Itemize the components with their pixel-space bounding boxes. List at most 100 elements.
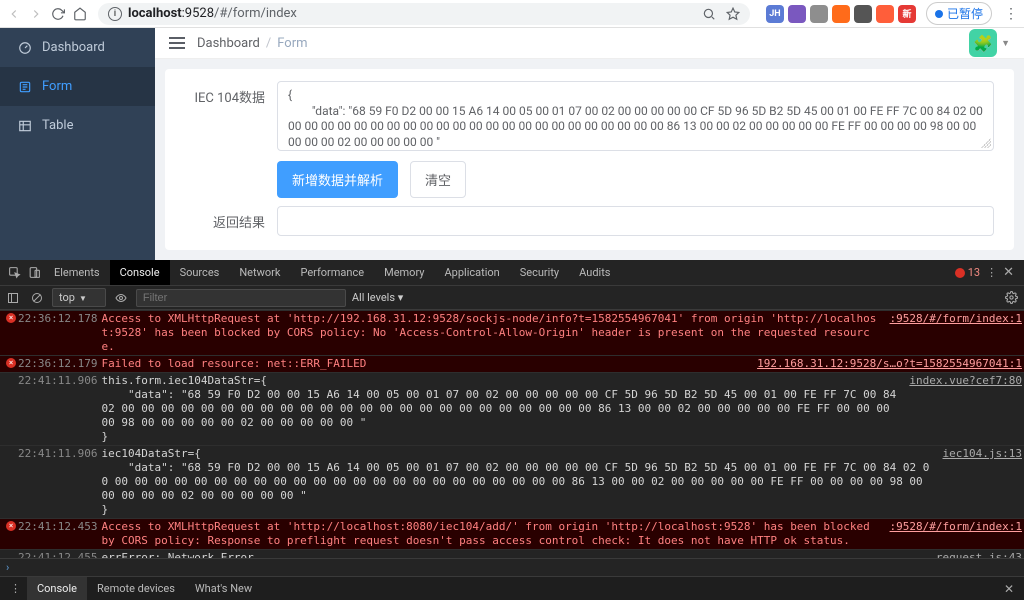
iec104-textarea[interactable]: { "data": "68 59 F0 D2 00 00 15 A6 14 00… [277,81,994,151]
hamburger-icon[interactable] [169,37,185,49]
extension-icon[interactable] [876,5,894,23]
reload-icon[interactable] [50,6,66,22]
log-timestamp: 22:41:12.455 [18,551,101,558]
devtools-tab-elements[interactable]: Elements [44,260,110,285]
breadcrumb-root[interactable]: Dashboard [197,36,260,51]
extension-icon[interactable]: 新 [898,5,916,23]
forward-icon[interactable] [28,6,44,22]
devtools-tab-application[interactable]: Application [434,260,509,285]
form-card: IEC 104数据 { "data": "68 59 F0 D2 00 00 1… [165,69,1014,250]
log-timestamp: 22:41:11.906 [18,374,101,444]
console-line: 22:41:11.906iec104DataStr={ "data": "68 … [0,445,1024,518]
devtools-tab-memory[interactable]: Memory [374,260,434,285]
device-toggle-icon[interactable] [24,263,44,283]
sidebar-item-label: Table [42,118,73,133]
log-message: Failed to load resource: net::ERR_FAILED [101,357,747,371]
devtools-panel: ElementsConsoleSourcesNetworkPerformance… [0,260,1024,600]
star-icon[interactable] [726,7,740,21]
parse-button[interactable]: 新增数据并解析 [277,161,398,198]
user-menu[interactable]: 🧩 ▼ [969,29,1010,57]
main-header: Dashboard/Form 🧩 ▼ [155,28,1024,59]
console-line: ×22:36:12.178Access to XMLHttpRequest at… [0,310,1024,355]
sidebar-item-table[interactable]: Table [0,106,155,145]
console-sidebar-icon[interactable] [4,289,22,307]
devtools-tab-performance[interactable]: Performance [290,260,374,285]
log-source-link[interactable]: index.vue?cef7:80 [899,374,1022,444]
breadcrumb-current: Form [277,36,307,51]
gauge-icon [18,41,32,55]
devtools-tab-audits[interactable]: Audits [569,260,620,285]
app-container: Dashboard Form Table Dashboard/Form 🧩 ▼ [0,28,1024,260]
drawer-tab-console[interactable]: Console [27,577,87,600]
drawer-close-icon[interactable]: ✕ [998,582,1020,596]
devtools-tabbar: ElementsConsoleSourcesNetworkPerformance… [0,260,1024,286]
extension-icon[interactable] [788,5,806,23]
browser-toolbar: i localhost:9528/#/form/index JH 新 已暂停 ⋮ [0,0,1024,28]
log-timestamp: 22:41:12.453 [18,520,101,548]
error-count-badge[interactable]: 13 [955,266,980,279]
log-source-link[interactable]: :9528/#/form/index:1 [880,312,1022,354]
clear-console-icon[interactable] [28,289,46,307]
extension-icon[interactable] [810,5,828,23]
console-prompt[interactable]: › [0,558,1024,576]
console-body[interactable]: ×22:36:12.178Access to XMLHttpRequest at… [0,310,1024,558]
console-filter-input[interactable] [136,289,346,307]
context-select[interactable]: top▼ [52,288,106,307]
devtools-menu-icon[interactable]: ⋮ [986,266,997,279]
console-line: 22:41:11.906this.form.iec104DataStr={ "d… [0,372,1024,445]
sidebar-item-form[interactable]: Form [0,67,155,106]
log-message: iec104DataStr={ "data": "68 59 F0 D2 00 … [101,447,932,517]
devtools-tab-security[interactable]: Security [510,260,569,285]
field-label-iec104: IEC 104数据 [185,81,265,106]
resize-handle-icon[interactable] [981,138,991,148]
log-message: Access to XMLHttpRequest at 'http://loca… [101,520,879,548]
devtools-tab-sources[interactable]: Sources [170,260,230,285]
log-message: Access to XMLHttpRequest at 'http://192.… [101,312,879,354]
console-toolbar: top▼ All levels ▾ [0,286,1024,310]
drawer-menu-icon[interactable]: ⋮ [4,582,27,595]
inspect-icon[interactable] [4,263,24,283]
extension-icon[interactable]: JH [766,5,784,23]
result-input[interactable] [277,206,994,236]
field-label-result: 返回结果 [185,206,265,231]
extension-icon[interactable] [854,5,872,23]
extension-icon[interactable] [832,5,850,23]
error-icon: × [6,313,16,323]
devtools-tab-console[interactable]: Console [110,260,170,285]
browser-menu-icon[interactable]: ⋮ [1004,6,1018,22]
log-source-link[interactable]: iec104.js:13 [933,447,1022,517]
sidebar-item-dashboard[interactable]: Dashboard [0,28,155,67]
log-timestamp: 22:36:12.179 [18,357,101,371]
log-levels-select[interactable]: All levels ▾ [352,291,403,304]
log-timestamp: 22:41:11.906 [18,447,101,517]
home-icon[interactable] [72,6,88,22]
log-source-link[interactable]: 192.168.31.12:9528/s…o?t=1582554967041:1 [747,357,1022,371]
avatar: 🧩 [969,29,997,57]
pause-dot-icon [935,10,943,18]
extension-icons: JH 新 [766,5,916,23]
sidebar-item-label: Dashboard [42,40,105,55]
settings-gear-icon[interactable] [1002,289,1020,307]
devtools-tab-network[interactable]: Network [229,260,290,285]
table-icon [18,119,32,133]
drawer-tab-remote-devices[interactable]: Remote devices [87,577,185,600]
chevron-down-icon: ▼ [1001,38,1010,49]
url-text: localhost:9528/#/form/index [128,6,702,21]
log-source-link[interactable]: :9528/#/form/index:1 [880,520,1022,548]
devtools-close-icon[interactable]: ✕ [1003,265,1014,280]
log-source-link[interactable]: request.js:43 [926,551,1022,558]
log-timestamp: 22:36:12.178 [18,312,101,354]
sidebar: Dashboard Form Table [0,28,155,260]
error-icon: × [6,358,16,368]
clear-button[interactable]: 清空 [410,161,466,198]
devtools-drawer-tabs: ⋮ ConsoleRemote devicesWhat's New ✕ [0,576,1024,600]
back-icon[interactable] [6,6,22,22]
site-info-icon[interactable]: i [108,7,122,21]
debugger-paused-badge[interactable]: 已暂停 [926,2,992,25]
console-line: ×22:36:12.179Failed to load resource: ne… [0,355,1024,372]
live-expression-icon[interactable] [112,289,130,307]
drawer-tab-what's-new[interactable]: What's New [185,577,262,600]
address-bar[interactable]: i localhost:9528/#/form/index [98,3,750,25]
error-icon: × [6,521,16,531]
search-icon[interactable] [702,7,716,21]
